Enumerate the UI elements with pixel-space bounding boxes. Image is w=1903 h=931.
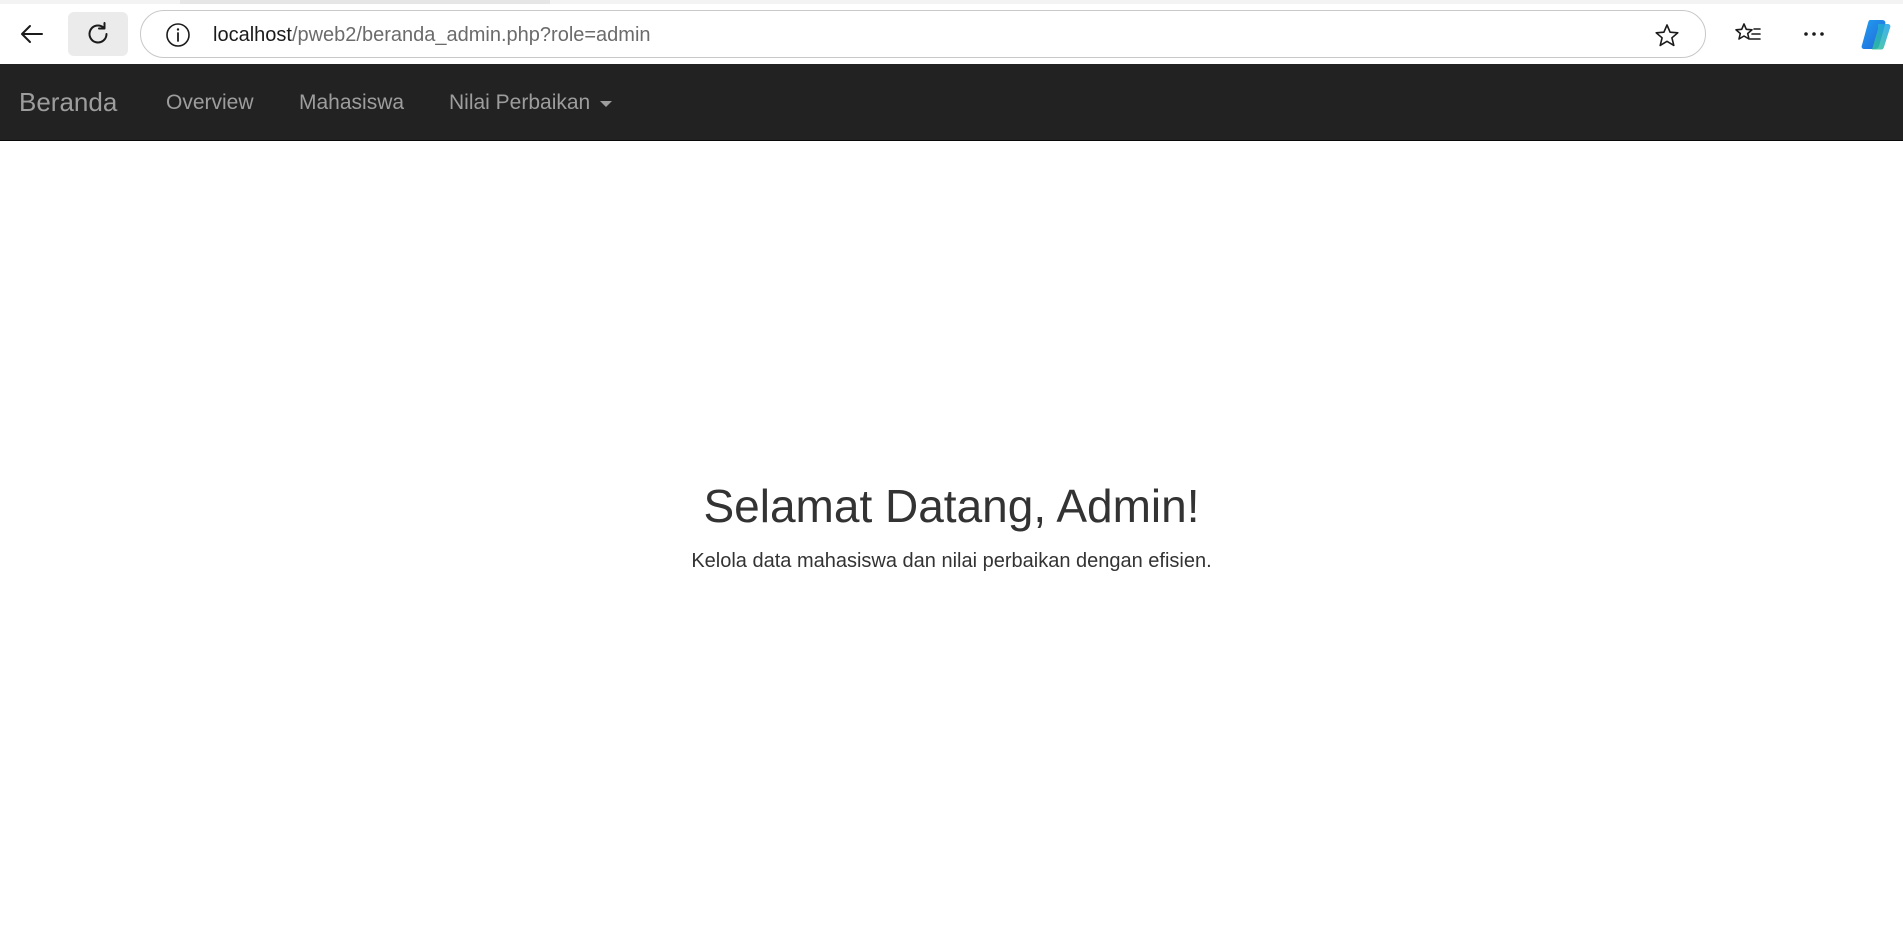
address-bar[interactable]: localhost/pweb2/beranda_admin.php?role=a…: [140, 10, 1706, 58]
nav-link-mahasiswa[interactable]: Mahasiswa: [299, 91, 404, 115]
more-button[interactable]: [1790, 12, 1838, 56]
back-button[interactable]: [2, 12, 62, 56]
page-title: Selamat Datang, Admin!: [703, 480, 1200, 532]
caret-down-icon: [600, 101, 613, 107]
url-host: localhost: [213, 24, 292, 46]
copilot-icon: [1861, 20, 1891, 50]
nav-dropdown-nilai-perbaikan[interactable]: Nilai Perbaikan: [449, 91, 613, 115]
info-icon[interactable]: [165, 22, 191, 48]
copilot-button[interactable]: [1852, 12, 1900, 56]
favorites-button[interactable]: [1724, 12, 1772, 56]
page-subtitle: Kelola data mahasiswa dan nilai perbaika…: [691, 550, 1212, 572]
browser-toolbar: localhost/pweb2/beranda_admin.php?role=a…: [0, 0, 1903, 64]
star-icon[interactable]: [1653, 22, 1681, 50]
url-path: /pweb2/beranda_admin.php?role=admin: [291, 24, 651, 46]
tab-strip: [0, 0, 1903, 4]
navbar-brand[interactable]: Beranda: [19, 87, 117, 117]
reload-button[interactable]: [68, 12, 128, 56]
welcome-section: Selamat Datang, Admin! Kelola data mahas…: [0, 480, 1903, 573]
favorites-list-icon: [1735, 23, 1761, 40]
top-navbar: Beranda Overview Mahasiswa Nilai Perbaik…: [0, 64, 1903, 141]
nav-dropdown-label: Nilai Perbaikan: [449, 91, 591, 114]
active-tab-indicator: [180, 0, 550, 4]
nav-link-overview[interactable]: Overview: [166, 91, 254, 115]
back-arrow-icon: [21, 25, 43, 43]
reload-icon: [88, 22, 108, 44]
more-icon: [1804, 32, 1824, 36]
url-text[interactable]: localhost/pweb2/beranda_admin.php?role=a…: [213, 24, 651, 46]
